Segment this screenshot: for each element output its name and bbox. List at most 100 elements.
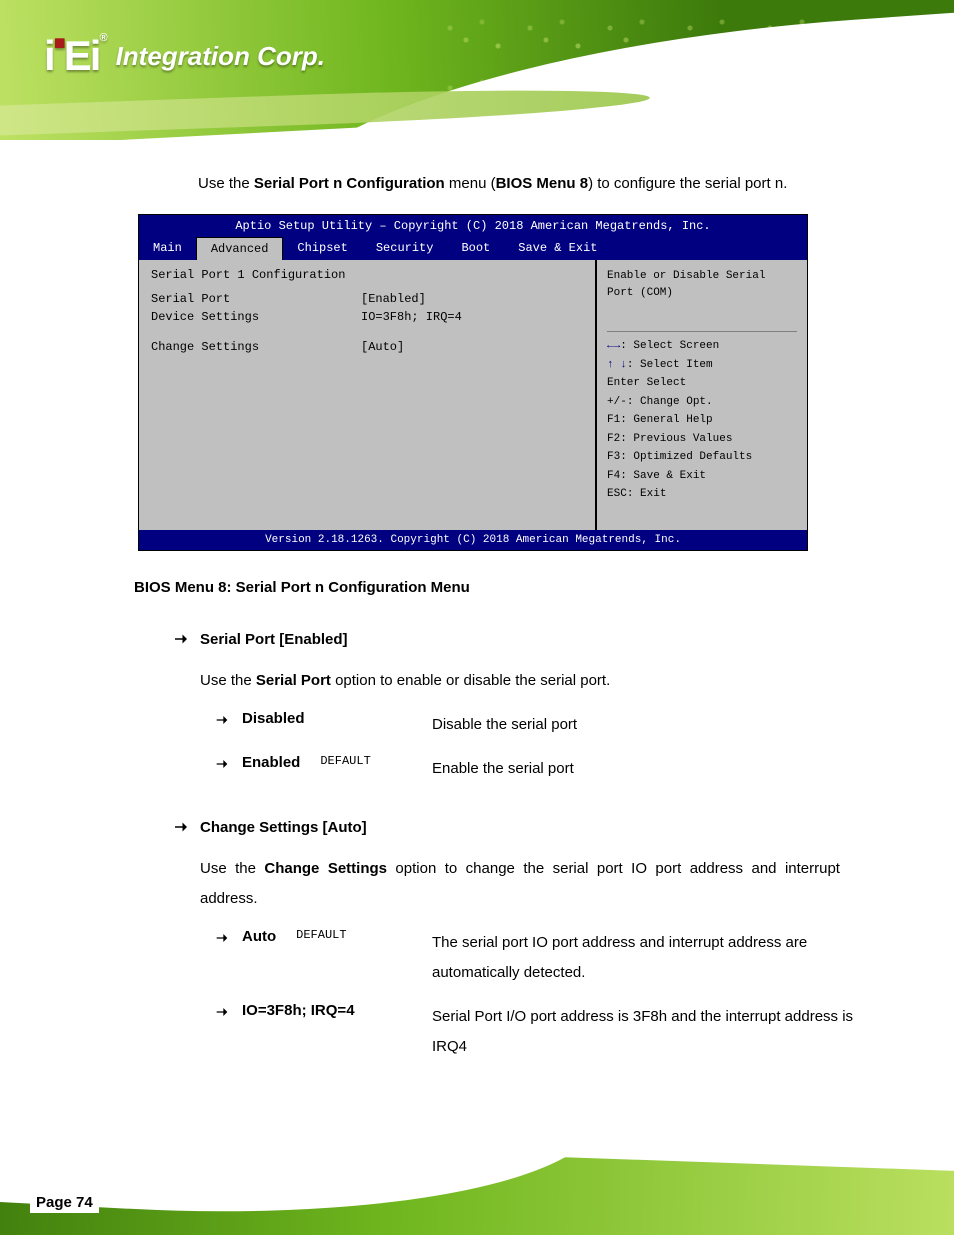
choice-enabled: Enabled DEFAULT Enable the serial port xyxy=(214,754,872,784)
page-content: Use the Serial Port n Configuration menu… xyxy=(0,175,954,1076)
bios-tab-security[interactable]: Security xyxy=(362,237,448,260)
bios-row-change-settings[interactable]: Change Settings [Auto] xyxy=(151,340,583,354)
bottom-banner: Page 74 xyxy=(0,1145,954,1235)
arrow-leftright-icon: ←→ xyxy=(607,340,620,352)
bios-tab-saveexit[interactable]: Save & Exit xyxy=(504,237,611,260)
choice-description: Disable the serial port xyxy=(432,710,872,740)
option-title: Change Settings [Auto] xyxy=(200,819,367,836)
logo-mark-main: E xyxy=(64,32,90,79)
logo-mark: i■Ei® xyxy=(44,32,106,80)
nav-key: +/- xyxy=(607,396,627,408)
arrow-right-icon xyxy=(214,930,232,948)
bios-menu: Aptio Setup Utility – Copyright (C) 2018… xyxy=(138,214,808,551)
bios-tab-main[interactable]: Main xyxy=(139,237,196,260)
choice-label: IO=3F8h; IRQ=4 xyxy=(242,1002,432,1019)
bios-row-label: Change Settings xyxy=(151,340,361,354)
intro-ref: BIOS Menu 8 xyxy=(496,175,589,192)
choice-label-text: Disabled xyxy=(242,710,305,727)
nav-text: Select xyxy=(647,377,687,389)
nav-f1: F1: General Help xyxy=(607,412,797,429)
opt-desc-pre: Use the xyxy=(200,860,264,877)
nav-f2: F2: Previous Values xyxy=(607,431,797,448)
bios-help-text: Enable or Disable Serial Port (COM) xyxy=(607,268,797,301)
logo-registered-icon: ® xyxy=(99,32,105,44)
bios-row-serial-port[interactable]: Serial Port [Enabled] xyxy=(151,292,583,306)
arrow-right-icon xyxy=(214,756,232,774)
logo: i■Ei® Integration Corp. xyxy=(44,32,325,80)
arrow-right-icon xyxy=(172,630,190,648)
option-title: Serial Port [Enabled] xyxy=(200,631,348,648)
opt-desc-bold: Serial Port xyxy=(256,672,331,689)
intro-bold: Serial Port n Configuration xyxy=(254,175,445,192)
choice-label: Disabled xyxy=(242,710,432,727)
bios-body: Serial Port 1 Configuration Serial Port … xyxy=(139,260,807,530)
logo-text: Integration Corp. xyxy=(116,41,325,72)
choice-auto: Auto DEFAULT The serial port IO port add… xyxy=(214,928,872,988)
bios-row-value: [Enabled] xyxy=(361,292,426,306)
choice-label: Enabled DEFAULT xyxy=(242,754,432,771)
choice-io3f8: IO=3F8h; IRQ=4 Serial Port I/O port addr… xyxy=(214,1002,872,1062)
option-change-settings: Change Settings [Auto] Use the Change Se… xyxy=(172,818,872,1062)
option-description: Use the Serial Port option to enable or … xyxy=(200,666,840,696)
nav-text: : Select Screen xyxy=(620,340,719,352)
nav-text: : Save & Exit xyxy=(620,470,706,482)
bios-right-pane: Enable or Disable Serial Port (COM) ←→: … xyxy=(597,260,807,530)
logo-mark-prefix: i xyxy=(44,32,54,79)
bios-tab-boot[interactable]: Boot xyxy=(447,237,504,260)
intro-mid: menu ( xyxy=(445,175,496,192)
arrow-right-icon xyxy=(214,1004,232,1022)
top-banner: i■Ei® Integration Corp. xyxy=(0,0,954,140)
nav-text: : Change Opt. xyxy=(627,396,713,408)
intro-line: Use the Serial Port n Configuration menu… xyxy=(198,175,954,192)
choice-default-tag: DEFAULT xyxy=(296,928,346,945)
bios-left-pane: Serial Port 1 Configuration Serial Port … xyxy=(139,260,597,530)
divider xyxy=(607,331,797,332)
option-heading: Change Settings [Auto] xyxy=(172,818,872,836)
logo-accent-icon: ■ xyxy=(54,32,64,54)
choice-label-text: Auto xyxy=(242,928,276,945)
choice-description: Enable the serial port xyxy=(432,754,872,784)
bios-tab-advanced[interactable]: Advanced xyxy=(196,237,284,260)
nav-key: F1 xyxy=(607,414,620,426)
arrow-updown-icon: ↑ ↓ xyxy=(607,359,627,371)
intro-post: ) to configure the serial port n. xyxy=(588,175,787,192)
nav-key: F2 xyxy=(607,433,620,445)
bios-tab-chipset[interactable]: Chipset xyxy=(283,237,361,260)
nav-key: F4 xyxy=(607,470,620,482)
nav-text: : Exit xyxy=(627,488,667,500)
bios-menu-caption: BIOS Menu 8: Serial Port n Configuration… xyxy=(134,579,954,596)
nav-key: Enter xyxy=(607,377,640,389)
nav-enter: Enter Select xyxy=(607,375,797,392)
option-serial-port: Serial Port [Enabled] Use the Serial Por… xyxy=(172,630,872,784)
option-choices: Disabled Disable the serial port Enabled… xyxy=(214,710,872,784)
opt-desc-pre: Use the xyxy=(200,672,256,689)
choice-label-text: IO=3F8h; IRQ=4 xyxy=(242,1002,355,1019)
choice-default-tag: DEFAULT xyxy=(320,754,370,771)
nav-key: F3 xyxy=(607,451,620,463)
bios-tabs: Main Advanced Chipset Security Boot Save… xyxy=(139,237,807,260)
nav-key: ESC xyxy=(607,488,627,500)
nav-text: : Previous Values xyxy=(620,433,732,445)
bios-config-title: Serial Port 1 Configuration xyxy=(151,268,583,282)
nav-text: : Optimized Defaults xyxy=(620,451,752,463)
choice-description: Serial Port I/O port address is 3F8h and… xyxy=(432,1002,872,1062)
nav-text: : Select Item xyxy=(627,359,713,371)
nav-f3: F3: Optimized Defaults xyxy=(607,449,797,466)
nav-select-screen: ←→: Select Screen xyxy=(607,338,797,355)
choice-disabled: Disabled Disable the serial port xyxy=(214,710,872,740)
choice-label-text: Enabled xyxy=(242,754,300,771)
nav-esc: ESC: Exit xyxy=(607,486,797,503)
choice-description: The serial port IO port address and inte… xyxy=(432,928,872,988)
bios-footer: Version 2.18.1263. Copyright (C) 2018 Am… xyxy=(139,530,807,550)
opt-desc-post: option to enable or disable the serial p… xyxy=(331,672,610,689)
bios-row-value: [Auto] xyxy=(361,340,404,354)
bios-row-device-settings: Device Settings IO=3F8h; IRQ=4 xyxy=(151,310,583,324)
nav-f4: F4: Save & Exit xyxy=(607,468,797,485)
bios-row-label: Serial Port xyxy=(151,292,361,306)
arrow-right-icon xyxy=(214,712,232,730)
arrow-right-icon xyxy=(172,818,190,836)
nav-text: : General Help xyxy=(620,414,712,426)
nav-select-item: ↑ ↓: Select Item xyxy=(607,357,797,374)
choice-label: Auto DEFAULT xyxy=(242,928,432,945)
nav-change-opt: +/-: Change Opt. xyxy=(607,394,797,411)
